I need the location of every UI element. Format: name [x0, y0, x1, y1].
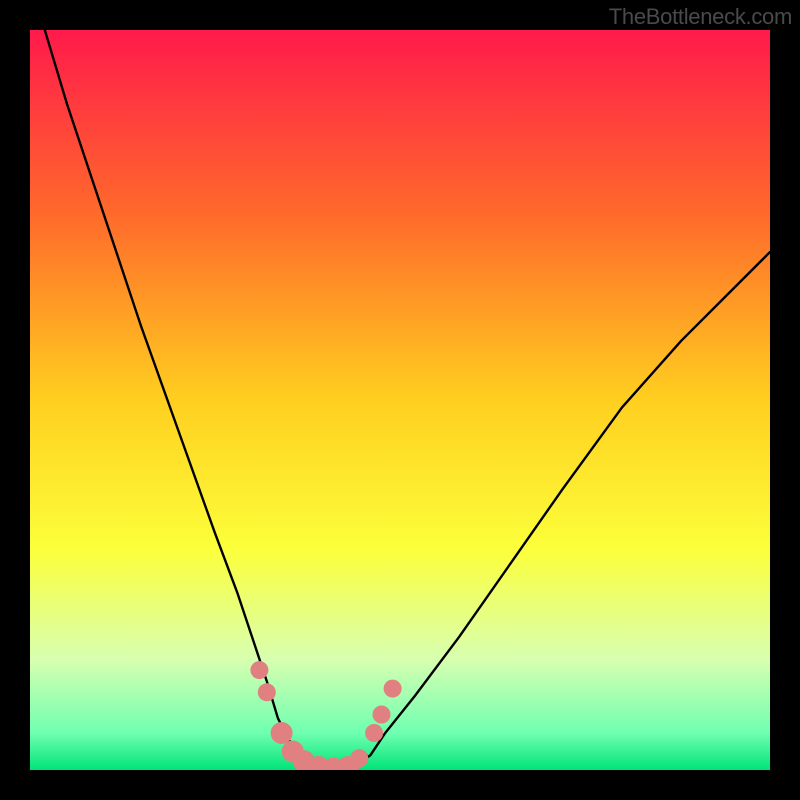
chart-frame: TheBottleneck.com	[0, 0, 800, 800]
marker-dot	[350, 749, 368, 767]
marker-dot	[365, 724, 383, 742]
watermark-text: TheBottleneck.com	[609, 4, 792, 30]
marker-dot	[250, 661, 268, 679]
chart-svg	[30, 30, 770, 770]
marker-dot	[258, 683, 276, 701]
marker-dot	[384, 680, 402, 698]
marker-dot	[373, 706, 391, 724]
gradient-background	[30, 30, 770, 770]
marker-dot	[271, 722, 293, 744]
plot-area	[30, 30, 770, 770]
